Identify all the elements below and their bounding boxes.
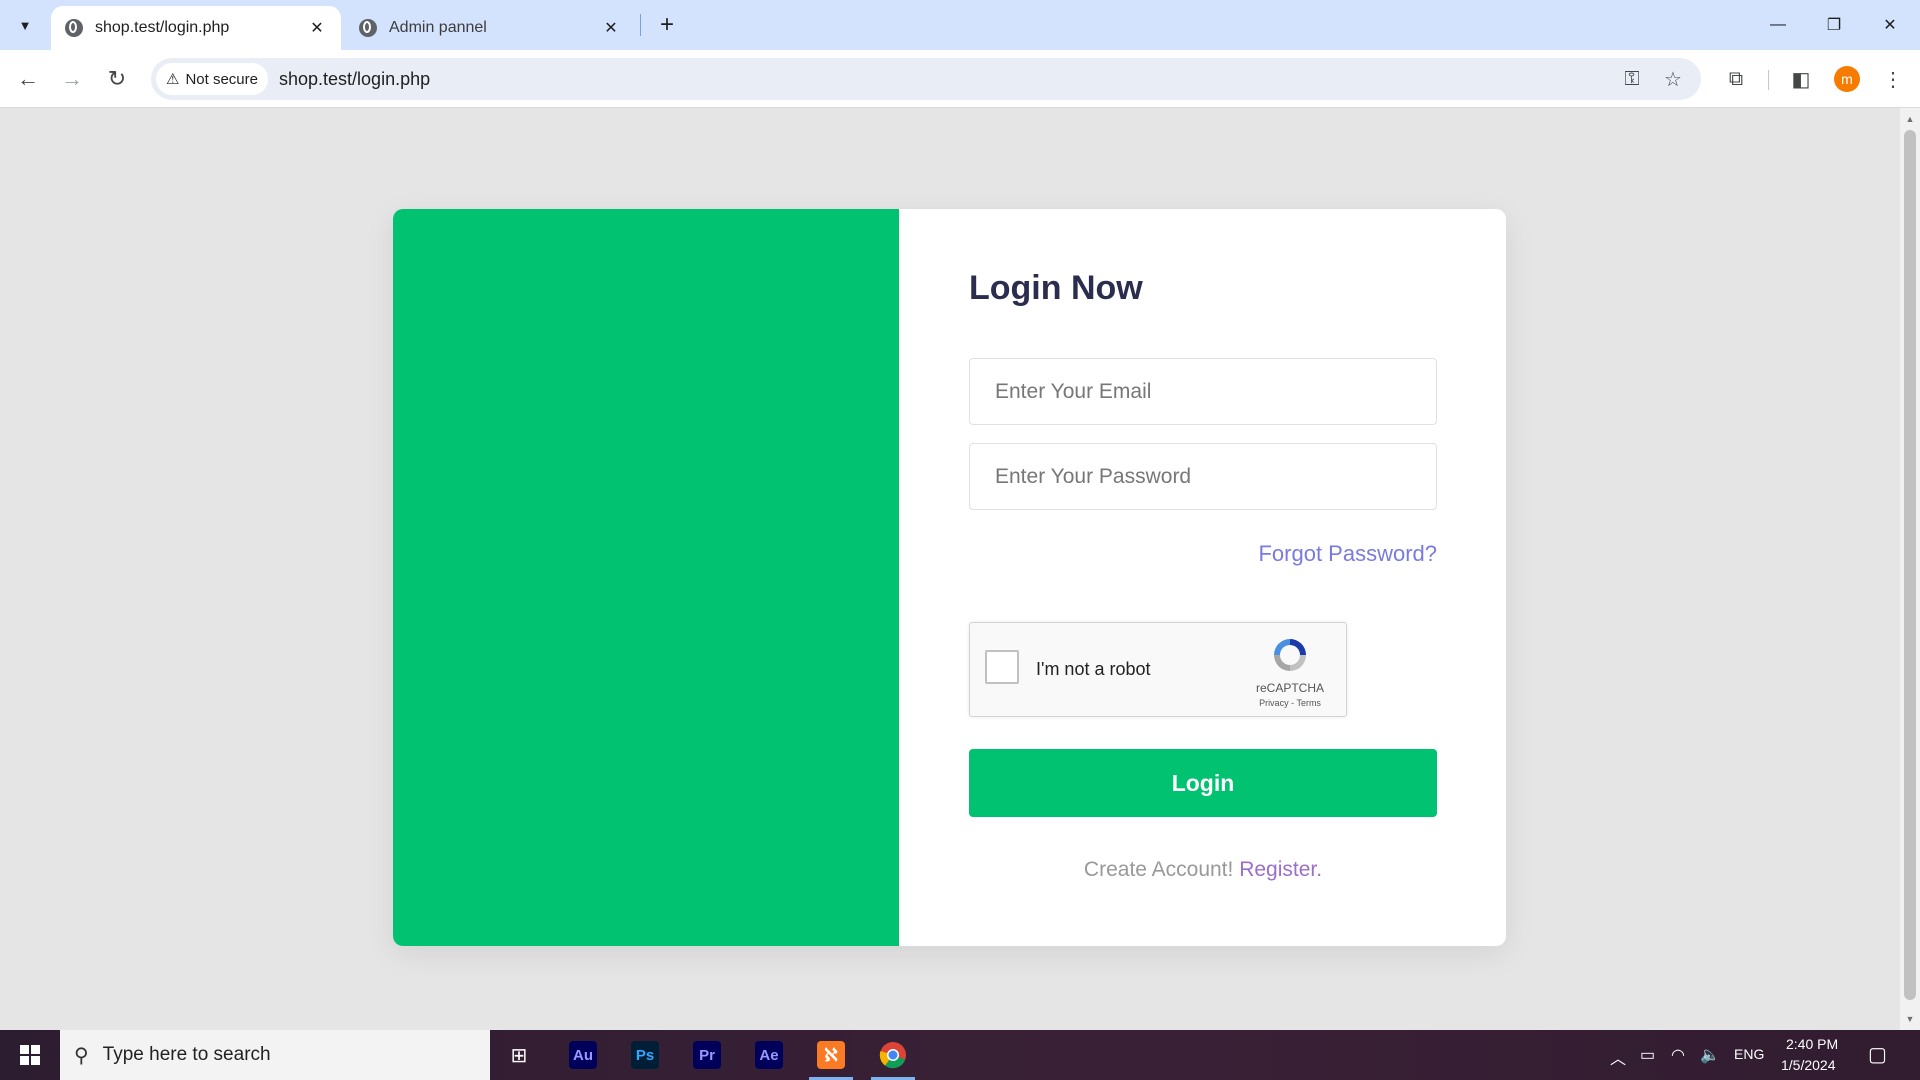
browser-toolbar: ← → ↻ ⚠ Not secure shop.test/login.php ⚿…	[0, 50, 1920, 108]
profile-avatar[interactable]: m	[1834, 66, 1860, 92]
task-view-icon: ⊞	[510, 1044, 528, 1067]
clock-time[interactable]: 2:40 PM	[1786, 1036, 1838, 1052]
create-account-text: Create Account!	[1083, 858, 1234, 881]
minimize-icon: —	[1770, 16, 1786, 33]
tab-shop-login[interactable]: shop.test/login.php ✕	[51, 6, 341, 50]
side-panel-icon: ◧	[1791, 68, 1811, 91]
recaptcha-label: I'm not a robot	[1036, 659, 1151, 679]
battery-icon[interactable]: ▭	[1640, 1045, 1655, 1065]
tab-title: Admin pannel	[389, 19, 487, 36]
close-icon: ✕	[1883, 17, 1897, 34]
globe-icon	[65, 19, 83, 37]
xampp-icon: ℵ	[817, 1041, 845, 1069]
audition-icon: Au	[569, 1041, 597, 1069]
restore-button[interactable]: ❐	[1806, 8, 1862, 42]
clock-date[interactable]: 1/5/2024	[1781, 1057, 1836, 1073]
forward-button[interactable]: →	[56, 63, 88, 95]
page-scrollbar[interactable]: ▲ ▼	[1900, 108, 1920, 1030]
notification-icon[interactable]: ▢	[1868, 1042, 1887, 1067]
taskbar-search-box[interactable]: ⚲ Type here to search	[60, 1030, 490, 1080]
wifi-icon[interactable]: ◠	[1671, 1045, 1685, 1065]
login-title: Login Now	[969, 269, 1143, 307]
key-icon: ⚿	[1624, 67, 1640, 90]
search-icon: ⚲	[74, 1044, 89, 1067]
toolbar-divider	[1768, 70, 1769, 90]
browser-menu-button[interactable]: ⋮	[1877, 63, 1909, 95]
photoshop-icon: Ps	[631, 1041, 659, 1069]
security-chip[interactable]: ⚠ Not secure	[156, 63, 268, 95]
reload-icon: ↻	[107, 66, 127, 91]
chevron-down-icon: ▼	[18, 17, 32, 33]
taskbar-app-audition[interactable]: Au	[557, 1035, 609, 1075]
star-icon: ☆	[1664, 68, 1682, 91]
browser-tab-strip: ▼ shop.test/login.php ✕ Admin pannel ✕ +…	[0, 0, 1920, 50]
url-text[interactable]: shop.test/login.php	[279, 58, 430, 100]
windows-logo-icon	[20, 1045, 40, 1065]
restore-icon: ❐	[1826, 17, 1842, 34]
close-window-button[interactable]: ✕	[1862, 8, 1918, 42]
password-input[interactable]	[969, 443, 1437, 510]
puzzle-icon: ⧉	[1728, 67, 1744, 90]
chrome-icon	[879, 1042, 906, 1069]
warning-icon: ⚠	[166, 71, 180, 88]
arrow-right-icon: →	[61, 66, 83, 91]
taskbar-search-placeholder: Type here to search	[102, 1044, 271, 1065]
scroll-up-icon[interactable]: ▲	[1900, 110, 1920, 128]
language-indicator[interactable]: ENG	[1734, 1046, 1764, 1062]
recaptcha-separator: -	[1291, 698, 1295, 708]
email-input[interactable]	[969, 358, 1437, 425]
side-panel-button[interactable]: ◧	[1785, 63, 1817, 95]
recaptcha-links: Privacy - Terms	[1240, 698, 1340, 708]
taskbar-app-chrome[interactable]	[867, 1035, 919, 1080]
extensions-button[interactable]: ⧉	[1720, 63, 1752, 95]
tab-title: shop.test/login.php	[95, 19, 230, 36]
address-bar[interactable]: ⚠ Not secure shop.test/login.php ⚿ ☆	[151, 58, 1701, 100]
page-viewport: Login Now Forgot Password? I'm not a rob…	[0, 108, 1900, 1030]
recaptcha-privacy-link[interactable]: Privacy	[1259, 698, 1289, 708]
tab-search-button[interactable]: ▼	[9, 10, 41, 40]
bookmark-button[interactable]: ☆	[1658, 64, 1688, 94]
kebab-menu-icon: ⋮	[1883, 68, 1903, 91]
after-effects-icon: Ae	[755, 1041, 783, 1069]
taskbar-app-premiere[interactable]: Pr	[681, 1035, 733, 1075]
taskbar-app-after-effects[interactable]: Ae	[743, 1035, 795, 1075]
back-button[interactable]: ←	[12, 63, 44, 95]
recaptcha-terms-link[interactable]: Terms	[1296, 698, 1321, 708]
plus-icon: +	[659, 11, 674, 38]
globe-icon	[359, 19, 377, 37]
new-tab-button[interactable]: +	[652, 10, 682, 40]
recaptcha-widget: I'm not a robot reCAPTCHA Privacy - Term…	[969, 622, 1347, 717]
tab-admin-pannel[interactable]: Admin pannel ✕	[345, 6, 635, 50]
forgot-password-link[interactable]: Forgot Password?	[1258, 541, 1437, 567]
register-link[interactable]: Register.	[1239, 858, 1322, 881]
taskbar-app-xampp[interactable]: ℵ	[805, 1035, 857, 1080]
windows-taskbar: ⚲ Type here to search ⊞ Au Ps Pr Ae ℵ ︿ …	[0, 1030, 1920, 1080]
arrow-left-icon: ←	[17, 66, 39, 91]
start-button[interactable]	[0, 1030, 60, 1080]
password-key-button[interactable]: ⚿	[1617, 64, 1647, 94]
recaptcha-brand: reCAPTCHA	[1255, 681, 1324, 695]
login-card: Login Now Forgot Password? I'm not a rob…	[393, 209, 1506, 946]
volume-icon[interactable]: 🔈	[1700, 1045, 1720, 1065]
create-account-line: Create Account! Register.	[969, 858, 1437, 882]
task-view-button[interactable]: ⊞	[493, 1035, 545, 1075]
close-icon[interactable]: ✕	[601, 18, 621, 38]
security-label: Not secure	[185, 70, 258, 88]
login-button[interactable]: Login	[969, 749, 1437, 817]
scroll-thumb[interactable]	[1904, 130, 1916, 1000]
tab-separator	[640, 14, 641, 36]
reload-button[interactable]: ↻	[101, 63, 133, 95]
minimize-button[interactable]: —	[1750, 8, 1806, 42]
tray-chevron-up-icon[interactable]: ︿	[1610, 1045, 1626, 1069]
scroll-down-icon[interactable]: ▼	[1900, 1010, 1920, 1028]
login-card-green-panel	[393, 209, 899, 946]
taskbar-app-photoshop[interactable]: Ps	[619, 1035, 671, 1075]
recaptcha-checkbox[interactable]	[985, 650, 1019, 684]
premiere-icon: Pr	[693, 1041, 721, 1069]
close-icon[interactable]: ✕	[307, 18, 327, 38]
recaptcha-logo-icon	[1274, 639, 1306, 671]
